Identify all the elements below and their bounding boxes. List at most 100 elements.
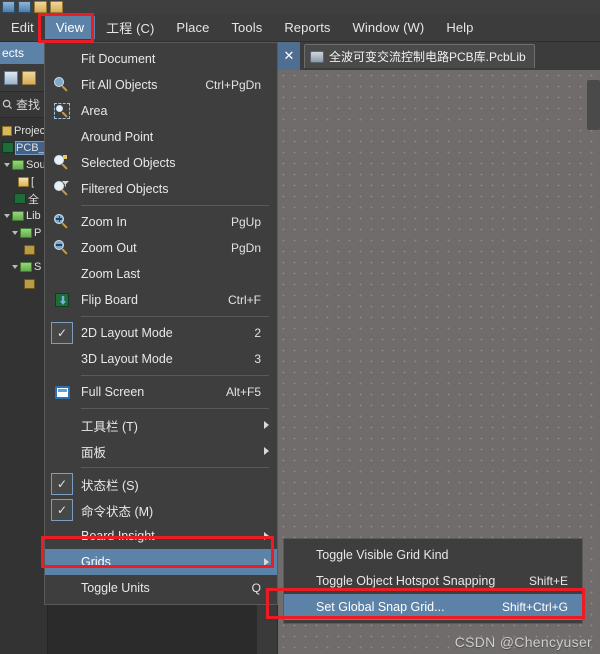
tree-item-source[interactable]: Sou xyxy=(0,156,47,173)
folder-icon xyxy=(20,227,32,238)
grids-submenu: Toggle Visible Grid Kind Toggle Object H… xyxy=(283,538,583,624)
menu-3d-layout-mode[interactable]: 3D Layout Mode 3 xyxy=(45,346,277,372)
chevron-down-icon[interactable] xyxy=(4,213,10,218)
list-icon[interactable] xyxy=(22,70,36,85)
menu-board-insight[interactable]: Board Insight xyxy=(45,523,277,549)
save-icon[interactable] xyxy=(18,1,31,13)
menu-label: Flip Board xyxy=(81,293,138,307)
menu-item-view[interactable]: View xyxy=(44,16,96,39)
menu-selected-objects[interactable]: Selected Objects xyxy=(45,150,277,176)
tree-item-pcb-project[interactable]: PCB_ xyxy=(0,139,47,156)
menu-area[interactable]: Area xyxy=(45,98,277,124)
document-tab-strip: ✕ 全波可变交流控制电路PCB库.PcbLib xyxy=(278,42,600,70)
tree-item-schdoc[interactable]: [ xyxy=(0,173,47,190)
menu-shortcut: 2 xyxy=(254,326,261,340)
panel-icon[interactable] xyxy=(2,1,15,13)
menu-icon-slot xyxy=(45,72,79,98)
menu-status-bar[interactable]: ✓ 状态栏 (S) xyxy=(45,471,277,497)
chevron-down-icon[interactable] xyxy=(12,230,18,235)
projects-panel: ects 查找 Project PCB_ Sou [全 Lib P S xyxy=(0,42,48,654)
menu-label: Fit All Objects xyxy=(81,78,158,92)
menu-label: Around Point xyxy=(81,130,154,144)
tree-item-sch-lib-folder[interactable]: S xyxy=(0,258,47,275)
zoom-in-icon xyxy=(54,214,70,230)
tree-item-footprint[interactable] xyxy=(0,241,47,258)
submenu-set-global-snap-grid[interactable]: Set Global Snap Grid... Shift+Ctrl+G xyxy=(284,594,582,620)
chevron-down-icon[interactable] xyxy=(4,162,10,167)
tree-item-label: 全 xyxy=(28,193,39,206)
menu-item-reports[interactable]: Reports xyxy=(273,16,341,39)
menu-grids[interactable]: Grids xyxy=(45,549,277,575)
submenu-toggle-object-hotspot-snapping[interactable]: Toggle Object Hotspot Snapping Shift+E xyxy=(284,568,582,594)
menu-toolbars[interactable]: 工具栏 (T) xyxy=(45,412,277,438)
tree-item-project[interactable]: Project xyxy=(0,122,47,139)
panel-search-row[interactable]: 查找 xyxy=(0,92,47,118)
menu-separator xyxy=(81,467,269,468)
menu-zoom-out[interactable]: Zoom Out PgDn xyxy=(45,235,277,261)
menu-item-tools[interactable]: Tools xyxy=(220,16,273,39)
menu-item-window[interactable]: Window (W) xyxy=(342,16,436,39)
menu-shortcut: Ctrl+PgDn xyxy=(205,78,261,92)
panel-search-label: 查找 xyxy=(16,98,41,112)
menu-toggle-units[interactable]: Toggle Units Q xyxy=(45,575,277,601)
pcb-icon xyxy=(2,142,14,153)
menu-label: 2D Layout Mode xyxy=(81,326,173,340)
document-tab[interactable]: 全波可变交流控制电路PCB库.PcbLib xyxy=(304,44,535,68)
folder-icon[interactable] xyxy=(50,1,63,13)
chevron-down-icon[interactable] xyxy=(12,264,18,269)
submenu-shortcut: Shift+E xyxy=(528,574,568,588)
menu-icon-slot xyxy=(45,575,79,601)
menu-shortcut: Q xyxy=(251,581,261,595)
component-icon xyxy=(24,278,35,289)
zoom-filtered-icon xyxy=(54,181,70,197)
search-icon xyxy=(2,99,13,110)
submenu-shortcut: Shift+Ctrl+G xyxy=(501,600,568,614)
vertical-scrollbar-thumb[interactable] xyxy=(587,80,600,130)
menu-zoom-in[interactable]: Zoom In PgUp xyxy=(45,209,277,235)
check-icon: ✓ xyxy=(51,499,73,521)
close-icon[interactable]: ✕ xyxy=(278,42,300,70)
menu-icon-slot xyxy=(45,261,79,287)
tree-item-libraries[interactable]: Lib xyxy=(0,207,47,224)
folder-icon xyxy=(20,261,32,272)
tree-item-symbol[interactable] xyxy=(0,275,47,292)
menu-2d-layout-mode[interactable]: ✓ 2D Layout Mode 2 xyxy=(45,320,277,346)
menu-icon-slot xyxy=(45,412,79,438)
menu-item-edit[interactable]: Edit xyxy=(0,16,45,39)
full-screen-icon xyxy=(54,385,70,399)
menu-full-screen[interactable]: Full Screen Alt+F5 xyxy=(45,379,277,405)
submenu-arrow-icon xyxy=(264,532,269,540)
submenu-label: Toggle Visible Grid Kind xyxy=(316,548,449,562)
menu-icon-slot xyxy=(45,46,79,72)
tree-item-label: P xyxy=(34,226,42,239)
menu-label: Toggle Units xyxy=(81,581,150,595)
menu-zoom-last[interactable]: Zoom Last xyxy=(45,261,277,287)
menu-around-point[interactable]: Around Point xyxy=(45,124,277,150)
menu-item-help[interactable]: Help xyxy=(435,16,484,39)
vertical-scrollbar[interactable] xyxy=(587,70,600,654)
menu-icon-slot: ✓ xyxy=(45,471,79,497)
menu-item-project[interactable]: 工程 (C) xyxy=(95,14,165,41)
folder-icon xyxy=(12,210,24,221)
menu-command-status[interactable]: ✓ 命令状态 (M) xyxy=(45,497,277,523)
menu-bar: Edit View 工程 (C) Place Tools Reports Win… xyxy=(0,14,600,42)
tree-item-pcb-lib-folder[interactable]: P xyxy=(0,224,47,241)
menu-icon-slot: ✓ xyxy=(45,497,79,523)
submenu-toggle-visible-grid-kind[interactable]: Toggle Visible Grid Kind xyxy=(284,542,582,568)
open-folder-icon[interactable] xyxy=(34,1,47,13)
menu-fit-document[interactable]: Fit Document xyxy=(45,46,277,72)
projects-panel-tab[interactable]: ects xyxy=(0,42,47,64)
tree-item-pcbdoc[interactable]: 全 xyxy=(0,190,47,207)
menu-label: Area xyxy=(81,104,108,118)
menu-separator xyxy=(81,205,269,206)
menu-item-place[interactable]: Place xyxy=(165,16,220,39)
menu-icon-slot: ✓ xyxy=(45,320,79,346)
zoom-selected-icon xyxy=(54,155,70,171)
menu-fit-all-objects[interactable]: Fit All Objects Ctrl+PgDn xyxy=(45,72,277,98)
copy-icon[interactable] xyxy=(4,70,18,85)
projects-panel-toolbar xyxy=(0,64,47,92)
menu-icon-slot xyxy=(45,379,79,405)
menu-panels[interactable]: 面板 xyxy=(45,438,277,464)
menu-filtered-objects[interactable]: Filtered Objects xyxy=(45,176,277,202)
menu-flip-board[interactable]: Flip Board Ctrl+F xyxy=(45,287,277,313)
